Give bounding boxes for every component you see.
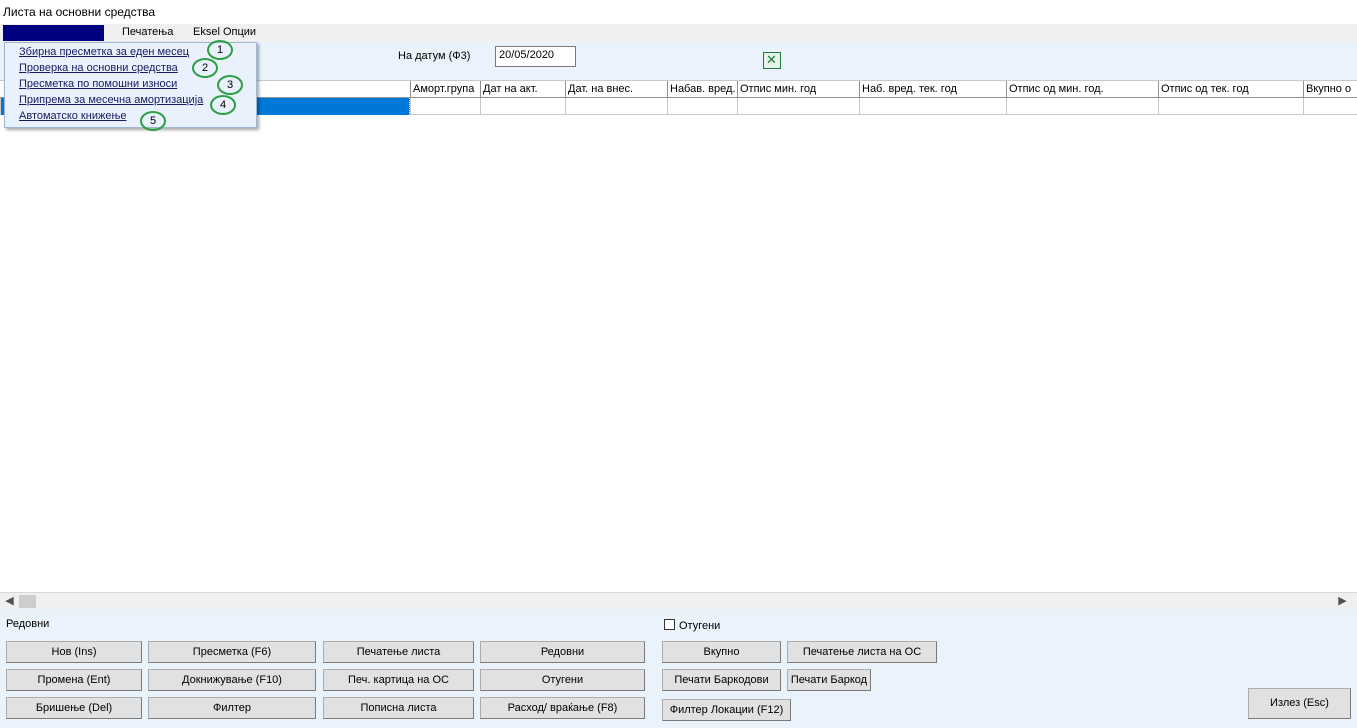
col-header-purchase-value-cur-year[interactable]: Наб. вред. тек. год [859,81,1006,98]
horizontal-scrollbar[interactable]: ◀ ▶ [0,592,1357,609]
table-cell[interactable] [667,98,737,115]
scroll-right-icon[interactable]: ▶ [1334,593,1351,610]
regular-button[interactable]: Редовни [480,641,645,663]
menu-special-options[interactable]: Специјални опции [3,25,105,41]
excel-icon[interactable] [763,52,781,69]
table-cell[interactable] [410,98,480,115]
calculate-button[interactable]: Пресметка (F6) [148,641,316,663]
exit-button[interactable]: Излез (Esc) [1248,688,1351,719]
print-barcodes-button[interactable]: Печати Баркодови [662,669,781,691]
status-label: Редовни [6,618,50,630]
menu-excel-options[interactable]: Eksel Опции [189,25,260,41]
menu-printing[interactable]: Печатења [118,25,177,41]
table-cell[interactable] [859,98,1006,115]
col-header-amort-group[interactable]: Аморт.група [410,81,480,98]
date-label: На датум (Ф3) [398,50,471,62]
print-barcode-button[interactable]: Печати Баркод [787,669,871,691]
annotation-badge-5: 5 [140,111,166,131]
edit-button[interactable]: Промена (Ent) [6,669,142,691]
table-cell[interactable] [1303,98,1357,115]
alienated-checkbox[interactable]: Отугени [664,619,720,632]
table-cell[interactable] [1158,98,1303,115]
table-cell[interactable] [480,98,565,115]
location-filter-button[interactable]: Филтер Локации (F12) [662,699,791,721]
col-header-total[interactable]: Вкупно о [1303,81,1357,98]
menu-item-monthly-summary[interactable]: Збирна пресметка за еден месец [19,46,189,58]
checkbox-box[interactable] [664,619,675,630]
scroll-thumb[interactable] [19,595,36,608]
menu-bar: Специјални опции Печатења Eksel Опции [0,24,1357,42]
col-header-writeoff-from-prev-year[interactable]: Отпис од мин. год. [1006,81,1158,98]
inventory-list-button[interactable]: Пописна листа [323,697,474,719]
col-header-writeoff-prev-year[interactable]: Отпис мин. год [737,81,859,98]
print-list-button[interactable]: Печатење листа [323,641,474,663]
annotation-badge-4: 4 [210,95,236,115]
menu-item-asset-check[interactable]: Проверка на основни средства [19,62,178,74]
table-cell[interactable] [737,98,859,115]
assets-grid[interactable]: Аморт.група Дат на акт. Дат. на внес. На… [0,80,1357,592]
col-header-activation-date[interactable]: Дат на акт. [480,81,565,98]
scroll-left-icon[interactable]: ◀ [1,593,18,610]
total-button[interactable]: Вкупно [662,641,781,663]
col-header-writeoff-cur-year[interactable]: Отпис од тек. год [1158,81,1303,98]
menu-item-monthly-amortization-prep[interactable]: Припрема за месечна амортизација [19,94,203,106]
table-cell[interactable] [565,98,667,115]
alienated-button[interactable]: Отугени [480,669,645,691]
post-button[interactable]: Докнижување (F10) [148,669,316,691]
checkbox-label: Отугени [679,620,721,632]
delete-button[interactable]: Бришење (Del) [6,697,142,719]
expense-button[interactable]: Расход/ враќање (F8) [480,697,645,719]
menu-item-auxiliary-calc[interactable]: Пресметка по помошни износи [19,78,177,90]
annotation-badge-1: 1 [207,40,233,60]
annotation-badge-3: 3 [217,75,243,95]
window-title: Листа на основни средства [0,0,1357,24]
annotation-badge-2: 2 [192,58,218,78]
print-card-button[interactable]: Печ. картица на ОС [323,669,474,691]
filter-button[interactable]: Филтер [148,697,316,719]
col-header-purchase-value[interactable]: Набав. вред. [667,81,737,98]
date-input[interactable]: 20/05/2020 [495,46,576,67]
print-os-list-button[interactable]: Печатење листа на ОС [787,641,937,663]
new-button[interactable]: Нов (Ins) [6,641,142,663]
table-cell[interactable] [1006,98,1158,115]
col-header-entry-date[interactable]: Дат. на внес. [565,81,667,98]
menu-item-auto-posting[interactable]: Автоматско книжење [19,110,127,122]
